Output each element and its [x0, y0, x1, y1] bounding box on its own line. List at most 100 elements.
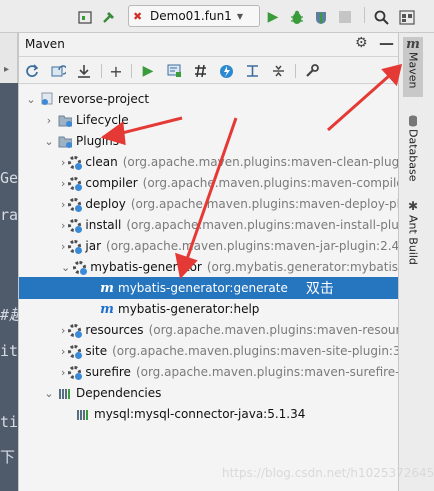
tree-item-label: resources — [85, 323, 144, 337]
tree-item-label: clean — [85, 155, 118, 169]
chevron-right-icon[interactable]: › — [61, 156, 65, 169]
tree-item-description: (org.apache.maven.plugins:maven-deploy-p… — [130, 197, 399, 211]
toggle-offline-icon[interactable] — [191, 62, 209, 80]
tree-item-description: (org.mybatis.generator:mybatis-g — [206, 260, 399, 274]
collapse-all-icon[interactable] — [269, 62, 287, 80]
search-icon[interactable] — [372, 7, 390, 27]
chevron-right-icon[interactable]: › — [61, 345, 65, 358]
run-configuration-dropdown[interactable]: ✖ Demo01.fun1 ▼ — [128, 5, 260, 27]
tree-item-description: (org.apache.maven.plugins:maven-site-plu… — [112, 344, 399, 358]
close-tab-icon[interactable]: ▸ — [4, 64, 9, 75]
double-click-annotation: 双击 — [305, 281, 334, 297]
tree-item-plugin-compiler[interactable]: › compiler (org.apache.maven.plugins:mav… — [19, 172, 399, 194]
reload-icon[interactable] — [23, 62, 41, 80]
stop-icon[interactable] — [336, 7, 354, 27]
tab-ant-build[interactable]: ✱ Ant Build — [403, 199, 423, 275]
tree-item-label: surefire — [85, 365, 131, 379]
maven-toolbar: + ▶ — [19, 58, 399, 84]
error-cross-icon: ✖ — [133, 9, 143, 23]
gear-icon[interactable]: ⚙ — [355, 35, 368, 51]
chevron-right-icon[interactable]: › — [61, 177, 65, 190]
toolbar-separator — [101, 64, 102, 78]
show-dependencies-icon[interactable] — [243, 62, 261, 80]
project-structure-icon[interactable] — [398, 7, 416, 27]
tree-item-plugin-jar[interactable]: › jar (org.apache.maven.plugins:maven-ja… — [19, 235, 399, 257]
tree-item-description: (org.apache.maven.plugins:maven-compiler — [142, 176, 399, 190]
tree-item-dependency-mysql[interactable]: mysql:mysql-connector-java:5.1.34 — [19, 403, 399, 425]
editor-line-fragment: #趣 — [0, 306, 18, 324]
plugin-gear-icon — [68, 323, 83, 338]
debug-bug-icon[interactable] — [288, 7, 306, 27]
plugin-gear-icon — [68, 344, 83, 359]
tree-item-project[interactable]: ⌄ revorse-project — [19, 88, 399, 110]
add-icon[interactable]: + — [107, 62, 125, 81]
folder-gear-icon — [58, 113, 72, 127]
plugin-gear-icon — [68, 176, 83, 191]
wrench-icon[interactable] — [303, 62, 321, 80]
tree-item-plugin-mybatis-generator[interactable]: ⌄ mybatis-generator (org.mybatis.generat… — [19, 256, 399, 278]
plugin-gear-icon — [68, 239, 83, 254]
chevron-right-icon[interactable]: › — [43, 114, 55, 127]
tree-item-description: (org.apache.maven.plugins:maven-surefire… — [135, 365, 399, 379]
tree-item-lifecycle[interactable]: › Lifecycle — [19, 109, 399, 131]
editor-gutter: ▸ — [0, 33, 18, 83]
chevron-down-icon[interactable]: ⌄ — [43, 387, 55, 400]
minimize-icon[interactable]: — — [379, 34, 394, 52]
maven-project-tree: ⌄ revorse-project › Lifecycle ⌄ Plugins … — [19, 85, 399, 491]
tree-item-label: deploy — [85, 197, 126, 211]
tab-label: Maven — [406, 52, 420, 89]
plugin-gear-icon — [68, 365, 83, 380]
folder-gear-icon — [58, 134, 72, 148]
maven-panel-header: Maven ⚙ — — [19, 33, 399, 57]
chevron-down-icon[interactable]: ⌄ — [25, 93, 37, 106]
generate-sources-icon[interactable] — [49, 62, 67, 80]
chevron-down-icon[interactable]: ⌄ — [61, 261, 70, 274]
toolbar-separator — [364, 7, 365, 23]
hammer-icon[interactable] — [100, 7, 118, 27]
tree-item-plugin-site[interactable]: › site (org.apache.maven.plugins:maven-s… — [19, 340, 399, 362]
chevron-down-icon: ▼ — [236, 11, 243, 21]
tree-item-goal-help[interactable]: m mybatis-generator:help — [19, 298, 399, 320]
tree-item-plugin-deploy[interactable]: › deploy (org.apache.maven.plugins:maven… — [19, 193, 399, 215]
toolbar-separator — [295, 64, 296, 78]
chevron-down-icon[interactable]: ⌄ — [43, 135, 55, 148]
tree-item-plugin-surefire[interactable]: › surefire (org.apache.maven.plugins:mav… — [19, 361, 399, 383]
tree-item-label: mybatis-generator:help — [118, 302, 260, 316]
run-configuration-icon[interactable] — [165, 62, 183, 80]
plugin-gear-icon — [68, 218, 83, 233]
ant-icon: ✱ — [407, 199, 419, 213]
coverage-shield-icon[interactable] — [312, 7, 330, 27]
maven-tool-window: Maven ⚙ — + ▶ ⌄ revorse-project › Lifecy… — [18, 33, 399, 491]
tree-item-label: Plugins — [76, 134, 119, 148]
run-configuration-label: Demo01.fun1 — [150, 9, 232, 23]
run-icon[interactable]: ▶ — [139, 62, 157, 80]
editor-line-fragment: 下 — [0, 448, 16, 466]
editor-line-fragment: ti — [0, 413, 18, 431]
editor-line-fragment: it — [0, 342, 18, 360]
chevron-right-icon[interactable]: › — [61, 219, 65, 232]
tree-item-label: Lifecycle — [76, 113, 129, 127]
library-bars-icon — [76, 407, 90, 421]
tree-item-dependencies[interactable]: ⌄ Dependencies — [19, 382, 399, 404]
chevron-right-icon[interactable]: › — [61, 240, 65, 253]
tree-item-description: (org.apache.maven.plugins:maven-jar-plug… — [106, 239, 399, 253]
run-icon[interactable]: ▶ — [264, 7, 282, 27]
tree-item-plugin-clean[interactable]: › clean (org.apache.maven.plugins:maven-… — [19, 151, 399, 173]
maven-m-icon: m — [406, 37, 420, 52]
download-icon[interactable] — [75, 62, 93, 80]
tree-item-label: mysql:mysql-connector-java:5.1.34 — [94, 407, 306, 421]
chevron-right-icon[interactable]: › — [61, 198, 65, 211]
build-module-icon[interactable] — [76, 7, 94, 27]
chevron-right-icon[interactable]: › — [61, 324, 65, 337]
tab-database[interactable]: Database — [403, 115, 423, 195]
tree-item-goal-generate[interactable]: m mybatis-generator:generate 双击 — [19, 277, 399, 299]
toolbar-separator — [131, 64, 132, 78]
skip-tests-lightning-icon[interactable] — [217, 62, 235, 80]
chevron-right-icon[interactable]: › — [61, 366, 65, 379]
plugin-gear-icon — [68, 197, 83, 212]
tree-item-plugins[interactable]: ⌄ Plugins — [19, 130, 399, 152]
tree-item-plugin-install[interactable]: › install (org.apache.maven.plugins:mave… — [19, 214, 399, 236]
tree-item-plugin-resources[interactable]: › resources (org.apache.maven.plugins:ma… — [19, 319, 399, 341]
maven-goal-icon: m — [100, 280, 114, 296]
tab-maven[interactable]: m Maven — [403, 37, 423, 97]
